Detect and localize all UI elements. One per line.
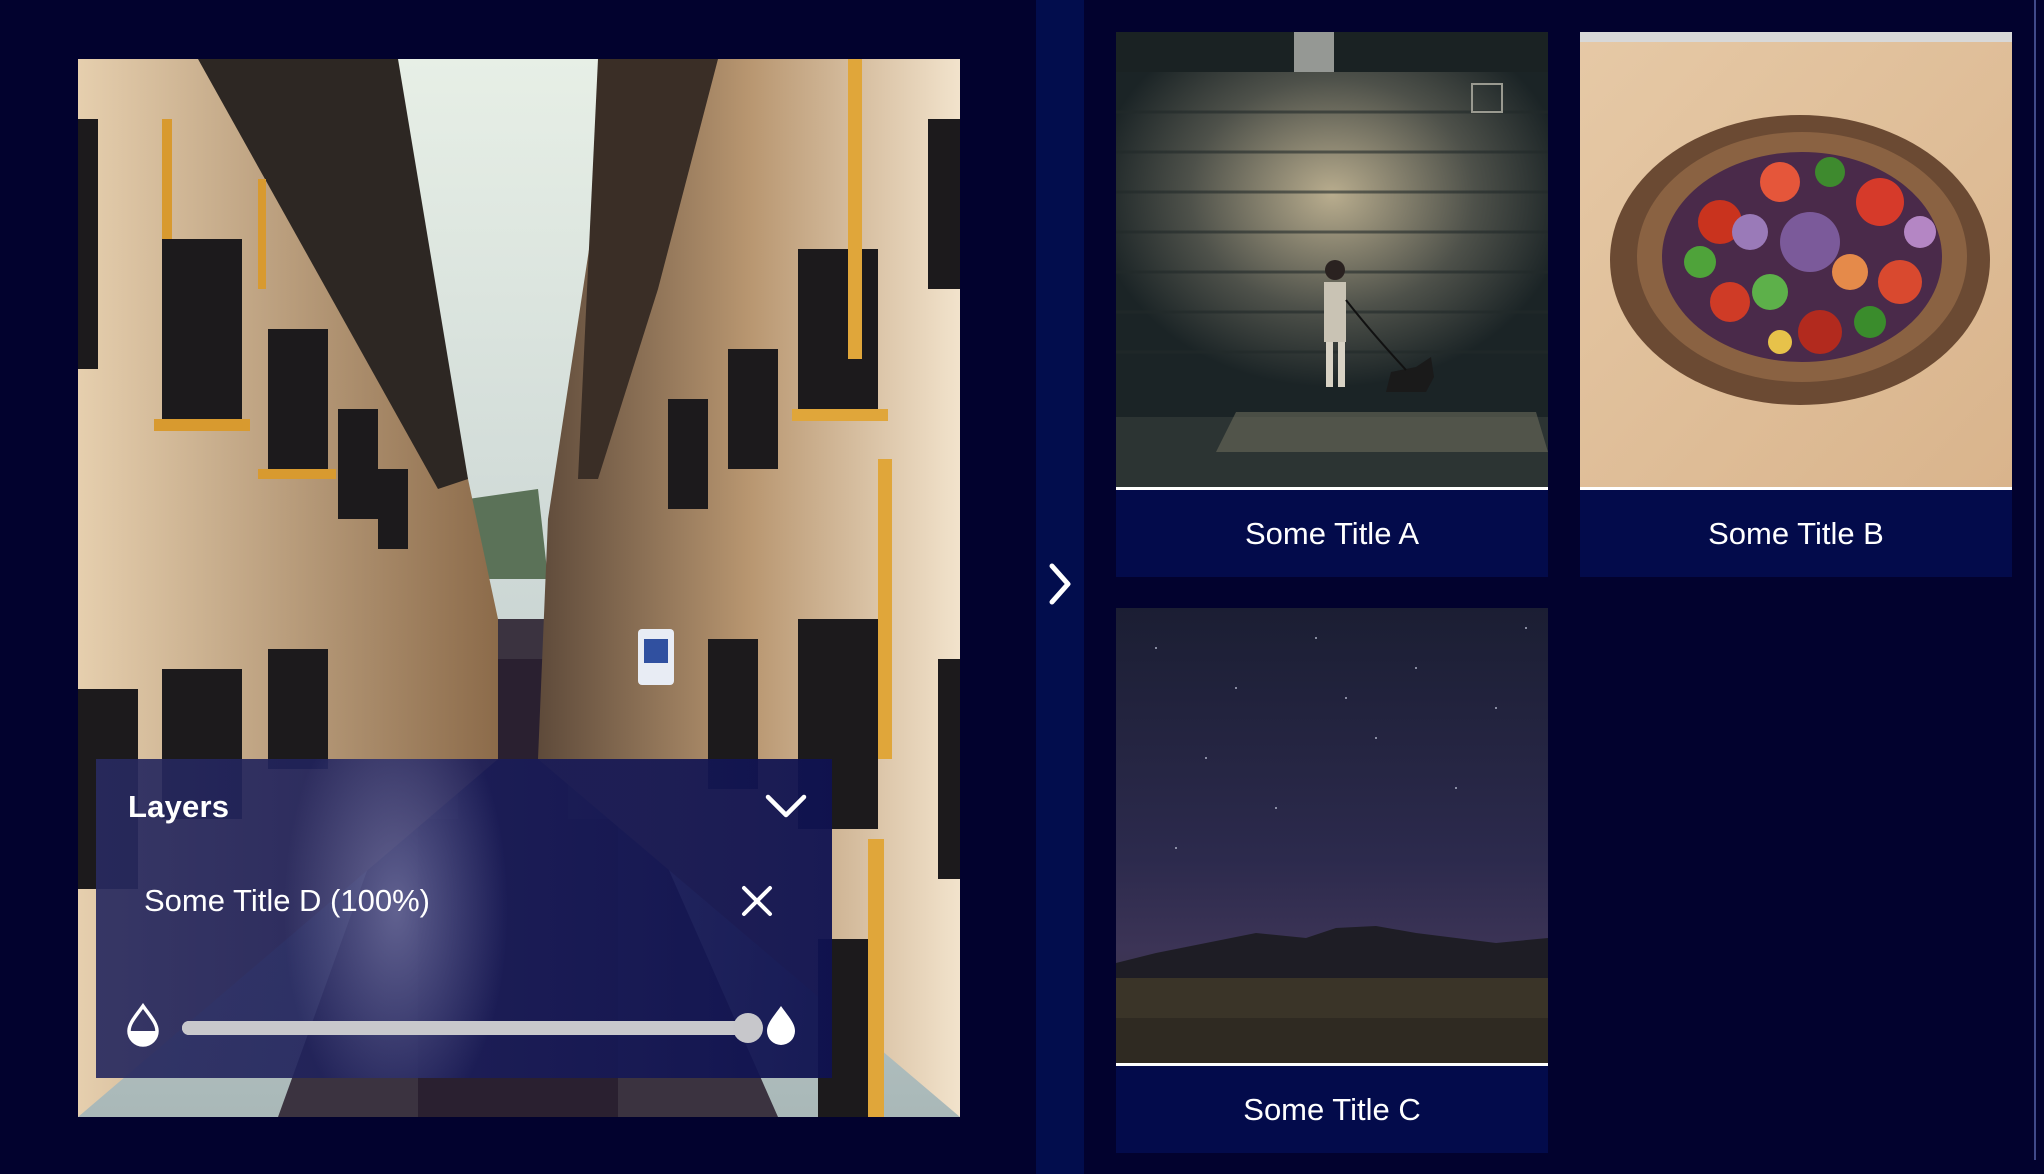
gallery-card[interactable]: Some Title B [1580, 32, 2012, 577]
salad-bowl-photo [1580, 32, 2012, 487]
app: Layers Some Title D (100%) Some Title A … [0, 0, 2044, 1174]
layers-panel: Layers Some Title D (100%) [96, 759, 832, 1078]
person-dog-wall-photo [1116, 32, 1548, 487]
close-icon[interactable] [739, 883, 775, 919]
opacity-slider-fill [182, 1021, 748, 1035]
chevron-down-icon[interactable] [764, 791, 808, 821]
gallery-card[interactable]: Some Title C [1116, 608, 1548, 1153]
layer-item-label: Some Title D (100%) [144, 883, 430, 918]
drop-outline-icon [127, 1003, 159, 1047]
opacity-slider[interactable] [182, 1013, 763, 1043]
side-panel-toggle-bar[interactable] [1036, 0, 1084, 1174]
gallery-card[interactable]: Some Title A [1116, 32, 1548, 577]
card-title: Some Title C [1243, 1092, 1421, 1127]
chevron-right-icon[interactable] [1046, 562, 1074, 606]
layers-title: Layers [128, 789, 230, 824]
night-sky-photo [1116, 608, 1548, 1063]
card-title: Some Title B [1708, 516, 1884, 551]
drop-filled-icon [767, 1006, 795, 1045]
opacity-slider-thumb[interactable] [733, 1013, 763, 1043]
gallery-scrollbar[interactable] [2034, 0, 2036, 1160]
card-title: Some Title A [1244, 516, 1420, 551]
